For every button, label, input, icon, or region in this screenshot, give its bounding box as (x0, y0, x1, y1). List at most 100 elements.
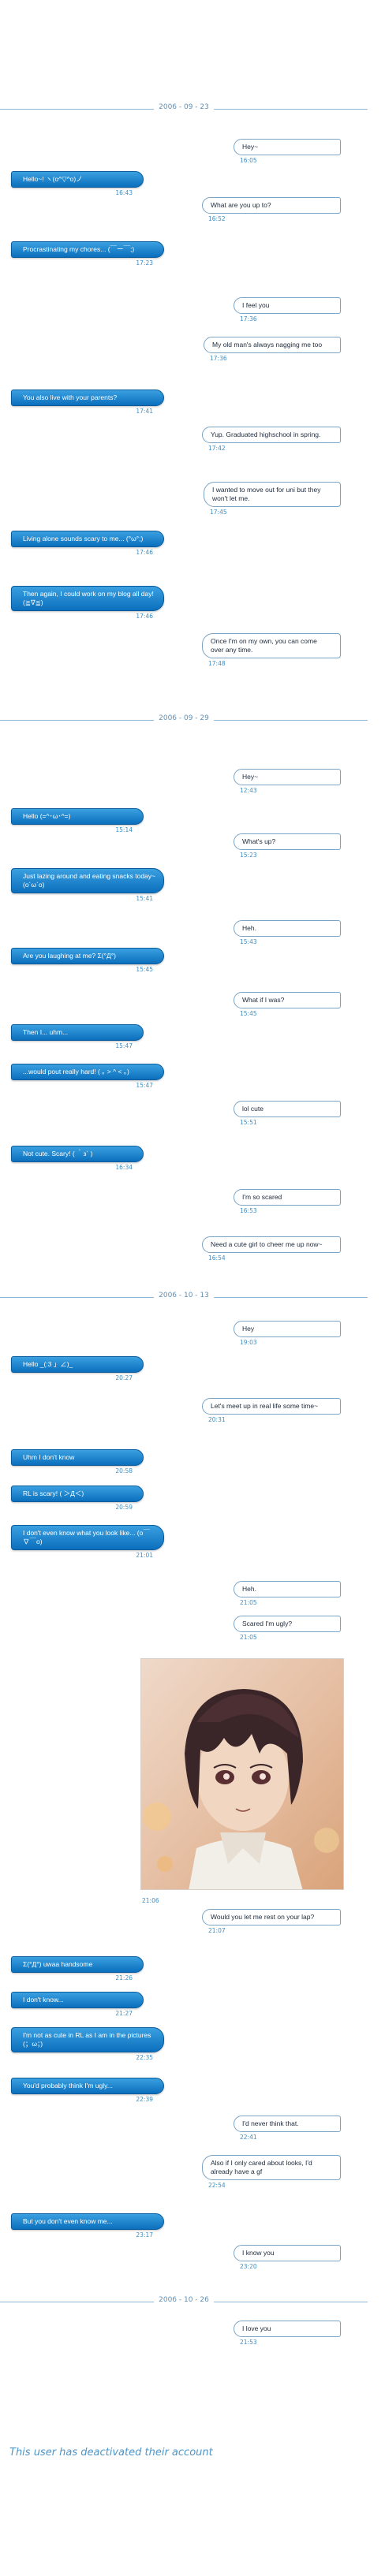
message-bubble: Just lazing around and eating snacks tod… (11, 868, 164, 893)
date-separator: 2006 - 10 - 13 (0, 1292, 368, 1299)
message-bubble: Hello _(:3 」∠)_ (11, 1356, 144, 1373)
message: Hey 19:03 (234, 1321, 341, 1346)
timestamp: 21:05 (240, 1634, 257, 1641)
timestamp: 12:43 (240, 787, 257, 794)
timestamp: 17:42 (208, 445, 226, 452)
message: Σ(°Д°) uwaa handsome 21:26 (11, 1956, 144, 1981)
message-bubble: Would you let me rest on your lap? (202, 1909, 341, 1925)
timestamp: 20:27 (115, 1374, 133, 1381)
timestamp: 17:41 (136, 408, 153, 415)
message-bubble: My old man's always nagging me too (204, 337, 341, 353)
date-separator: 2006 - 09 - 23 (0, 103, 368, 111)
message-bubble: Let's meet up in real life some time~ (202, 1398, 341, 1415)
message-bubble: RL is scary! ( ＞Д＜) (11, 1486, 144, 1502)
message: Need a cute girl to cheer me up now~ 16:5… (202, 1236, 341, 1262)
timestamp: 23:20 (240, 2263, 257, 2270)
message-bubble: Need a cute girl to cheer me up now~ (202, 1236, 341, 1253)
timestamp: 15:45 (136, 966, 153, 973)
timestamp: 21:27 (115, 2010, 133, 2017)
timestamp: 21:53 (240, 2339, 257, 2346)
message-bubble: Hello (=^･ω･^=) (11, 808, 144, 825)
timestamp: 16:05 (240, 157, 257, 164)
message-bubble: Scared I'm ugly? (234, 1616, 341, 1632)
message-bubble: But you don't even know me... (11, 2213, 164, 2230)
message-bubble: Then I... uhm... (11, 1024, 144, 1041)
message: I wanted to move out for uni but they wo… (204, 482, 341, 516)
message: I'm not as cute in RL as I am in the pic… (11, 2027, 164, 2061)
message-bubble: I love you (234, 2321, 341, 2337)
message: I feel you 17:36 (234, 297, 341, 322)
timestamp: 16:43 (115, 189, 133, 196)
message-bubble: Σ(°Д°) uwaa handsome (11, 1956, 144, 1973)
message-bubble: Heh. (234, 1581, 341, 1597)
message-bubble: Once I'm on my own, you can come over an… (202, 633, 341, 658)
timestamp: 17:23 (136, 259, 153, 267)
message: My old man's always nagging me too 17:36 (204, 337, 341, 362)
timestamp: 15:14 (115, 826, 133, 833)
timestamp: 15:47 (115, 1042, 133, 1049)
timestamp: 21:05 (240, 1599, 257, 1606)
message: What's up? 15:23 (234, 833, 341, 859)
timestamp: 17:48 (208, 660, 226, 667)
date-label: 2006 - 09 - 23 (154, 103, 214, 111)
message: Living alone sounds scary to me... (°ω°;… (11, 531, 164, 556)
message: I know you 23:20 (234, 2245, 341, 2270)
date-label: 2006 - 10 - 13 (154, 1292, 214, 1299)
message: Uhm I don't know 20:58 (11, 1449, 144, 1474)
date-label: 2006 - 10 - 26 (154, 2296, 214, 2304)
timestamp: 15:43 (240, 938, 257, 945)
message: Are you laughing at me? Σ(°Д°) 15:45 (11, 948, 164, 973)
message: Not cute. Scary! ( ｀з´ ) 16:34 (11, 1146, 144, 1171)
message: What if I was? 15:45 (234, 992, 341, 1017)
message: But you don't even know me... 23:17 (11, 2213, 164, 2239)
timestamp: 15:47 (136, 1082, 153, 1089)
message-bubble: I'm not as cute in RL as I am in the pic… (11, 2027, 164, 2052)
timestamp: 16:52 (208, 215, 226, 222)
message-bubble: Yup. Graduated highschool in spring. (202, 427, 341, 443)
message-bubble: Not cute. Scary! ( ｀з´ ) (11, 1146, 144, 1162)
message: Once I'm on my own, you can come over an… (202, 633, 341, 667)
message-bubble: I don't know... (11, 1992, 144, 2008)
deactivated-notice: This user has deactivated their account (9, 2447, 213, 2459)
message-bubble: Procrastinating my chores... (￣ー￣;) (11, 241, 164, 258)
timestamp: 15:51 (240, 1119, 257, 1126)
message: I don't even know what you look like... … (11, 1525, 164, 1559)
message-bubble: Also if I only cared about looks, I'd al… (202, 2155, 341, 2180)
message: Let's meet up in real life some time~ 20:… (202, 1398, 341, 1423)
message: Procrastinating my chores... (￣ー￣;) 17:23 (11, 241, 164, 267)
timestamp: 21:07 (208, 1927, 226, 1934)
message-bubble: I know you (234, 2245, 341, 2261)
message-bubble: Are you laughing at me? Σ(°Д°) (11, 948, 164, 964)
message-bubble: lol cute (234, 1101, 341, 1117)
message-bubble: Hey~ (234, 769, 341, 785)
timestamp: 15:23 (240, 852, 257, 859)
message: Hello (=^･ω･^=) 15:14 (11, 808, 144, 833)
timestamp: 17:36 (240, 315, 257, 322)
timestamp: 17:46 (136, 549, 153, 556)
message: RL is scary! ( ＞Д＜) 20:59 (11, 1486, 144, 1511)
message: Also if I only cared about looks, I'd al… (202, 2155, 341, 2189)
timestamp: 17:45 (210, 509, 227, 516)
message: Hey~ 12:43 (234, 769, 341, 794)
message: Scared I'm ugly? 21:05 (234, 1616, 341, 1641)
message: Heh. 15:43 (234, 920, 341, 945)
message-bubble: I'm so scared (234, 1189, 341, 1206)
timestamp: 21:26 (115, 1974, 133, 1981)
timestamp: 22:41 (240, 2134, 257, 2141)
message-bubble: Then again, I could work on my blog all … (11, 586, 164, 611)
message: Hey~ 16:05 (234, 139, 341, 164)
message-bubble: ...would pout really hard! ( ｡ > ^ < ｡) (11, 1064, 164, 1080)
timestamp: 20:31 (208, 1416, 226, 1423)
message: lol cute 15:51 (234, 1101, 341, 1126)
message: Hello _(:3 」∠)_ 20:27 (11, 1356, 144, 1381)
timestamp: 22:39 (136, 2096, 153, 2103)
message: Then I... uhm... 15:47 (11, 1024, 144, 1049)
message: I love you 21:53 (234, 2321, 341, 2346)
timestamp: 19:03 (240, 1339, 257, 1346)
message: I'm so scared 16:53 (234, 1189, 341, 1214)
message-bubble: I wanted to move out for uni but they wo… (204, 482, 341, 507)
shared-photo[interactable] (140, 1658, 344, 1890)
message-bubble: Hey (234, 1321, 341, 1337)
timestamp: 16:34 (115, 1164, 133, 1171)
timestamp: 17:36 (210, 355, 227, 362)
